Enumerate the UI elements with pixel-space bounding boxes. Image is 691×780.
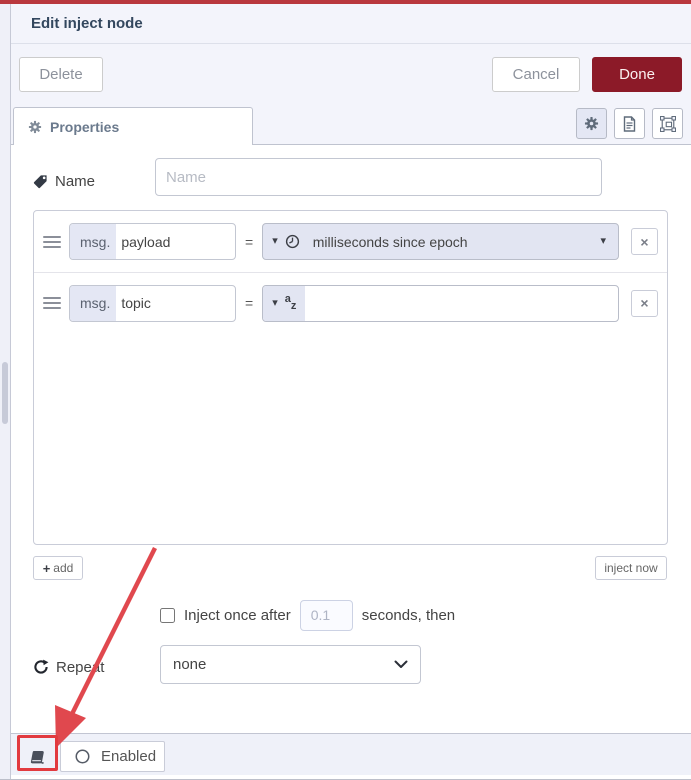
caret-down-icon: ▾ xyxy=(272,235,278,247)
dialog-title: Edit inject node xyxy=(31,15,143,32)
inject-once-label: Inject once after xyxy=(184,606,291,624)
tray-resize-handle[interactable] xyxy=(2,362,8,424)
repeat-select-value: none xyxy=(173,656,207,673)
gear-icon xyxy=(584,116,599,131)
plus-icon: + xyxy=(42,560,51,576)
delete-button[interactable]: Delete xyxy=(19,57,103,92)
clock-icon xyxy=(285,234,300,249)
edit-inject-dialog: Edit inject node Delete Cancel Done Prop… xyxy=(0,0,691,780)
edit-tray: Edit inject node Delete Cancel Done Prop… xyxy=(0,4,691,780)
type-select-button[interactable]: ▾ az xyxy=(263,285,306,321)
document-icon xyxy=(622,115,637,132)
once-delay-input[interactable] xyxy=(299,599,353,631)
repeat-select[interactable]: none xyxy=(160,645,421,684)
enabled-label: Enabled xyxy=(101,748,157,765)
payload-property-value: payload xyxy=(121,233,171,250)
name-field-label: Name xyxy=(33,166,95,196)
node-enabled-toggle[interactable]: Enabled xyxy=(60,741,165,772)
tab-properties[interactable]: Properties xyxy=(13,107,253,145)
equals-sign: = xyxy=(245,233,254,250)
payload-property-input[interactable]: msg. payload xyxy=(69,223,236,260)
inject-now-button[interactable]: inject now xyxy=(595,556,667,580)
appearance-icon xyxy=(659,115,676,132)
status-circle-icon xyxy=(74,748,91,765)
equals-sign: = xyxy=(245,295,254,311)
drag-handle-icon[interactable] xyxy=(43,235,61,248)
remove-row-button[interactable]: × xyxy=(631,289,658,317)
add-button[interactable]: + add xyxy=(33,556,83,580)
topic-type-input[interactable]: ▾ az xyxy=(262,284,619,322)
description-doc-button[interactable] xyxy=(614,108,645,139)
repeat-field-label: Repeat xyxy=(33,652,104,682)
type-select-button[interactable]: ▾ xyxy=(263,224,309,259)
tray-resize-bar[interactable] xyxy=(0,4,11,780)
name-input[interactable] xyxy=(155,158,602,196)
repeat-icon xyxy=(33,659,49,675)
tab-properties-label: Properties xyxy=(50,118,120,135)
msg-prefix: msg. xyxy=(70,285,117,321)
properties-list: msg. payload = ▾ milliseconds since epoc… xyxy=(33,210,668,545)
properties-gear-button[interactable] xyxy=(576,108,607,139)
cancel-button[interactable]: Cancel xyxy=(492,57,580,92)
book-icon xyxy=(29,750,46,765)
tag-icon xyxy=(33,174,48,189)
dialog-toolbar: Delete Cancel Done xyxy=(11,44,691,104)
payload-type-input[interactable]: ▾ milliseconds since epoch ▾ xyxy=(262,223,619,260)
inject-once-checkbox[interactable] xyxy=(160,607,175,623)
tab-bar: Properties xyxy=(11,104,691,145)
seconds-then-label: seconds, then xyxy=(361,606,456,624)
payload-type-label: milliseconds since epoch xyxy=(312,233,468,250)
topic-property-input[interactable]: msg. topic xyxy=(69,284,236,322)
node-description-button[interactable] xyxy=(21,743,53,771)
caret-down-icon: ▾ xyxy=(600,235,606,247)
gear-icon xyxy=(28,120,42,134)
drag-handle-icon[interactable] xyxy=(43,297,61,309)
caret-down-icon: ▾ xyxy=(272,296,278,309)
chevron-down-icon xyxy=(394,660,408,669)
dialog-header: Edit inject node xyxy=(11,4,691,44)
tab-icon-buttons xyxy=(576,108,683,139)
string-type-icon: az xyxy=(284,292,297,312)
appearance-button[interactable] xyxy=(652,108,683,139)
done-button[interactable]: Done xyxy=(592,57,682,92)
topic-property-value: topic xyxy=(121,295,151,311)
list-item-payload: msg. payload = ▾ milliseconds since epoc… xyxy=(34,211,667,272)
dialog-footer: Enabled xyxy=(11,733,691,775)
inject-once-row: Inject once after seconds, then xyxy=(160,598,455,632)
remove-row-button[interactable]: × xyxy=(631,228,658,255)
msg-prefix: msg. xyxy=(70,224,117,259)
list-item-topic: msg. topic = ▾ az × xyxy=(34,272,667,333)
